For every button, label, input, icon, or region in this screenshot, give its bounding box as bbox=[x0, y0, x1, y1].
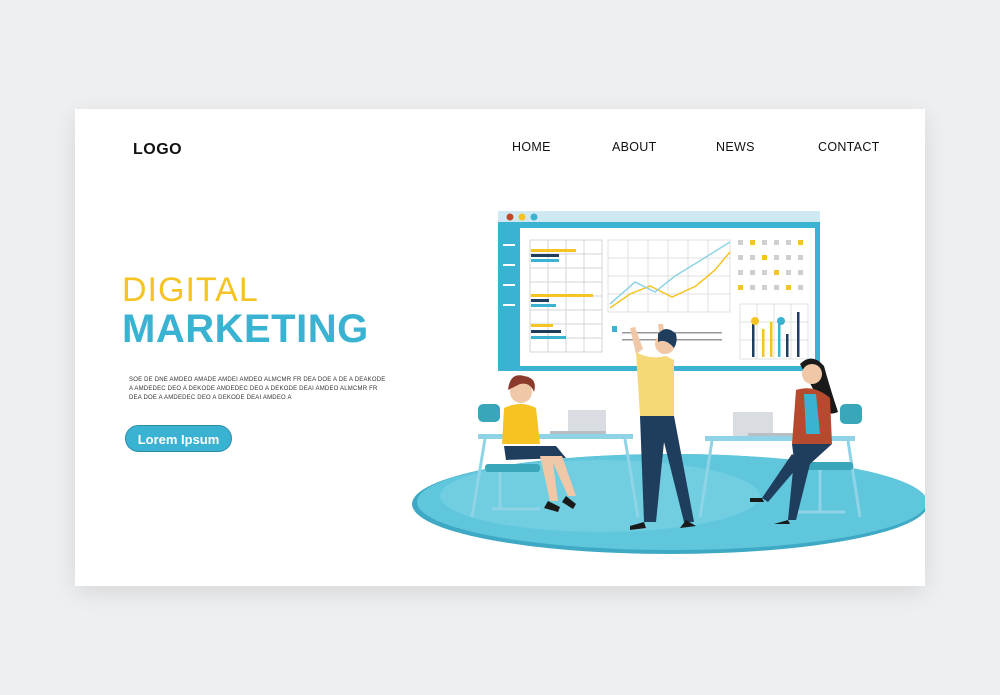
nav-about[interactable]: ABOUT bbox=[612, 140, 657, 154]
nav-home[interactable]: HOME bbox=[512, 140, 551, 154]
laptop-icon bbox=[568, 410, 606, 434]
hero-body-text: SOE DE DNE AMDEO AMADE AMDEI AMDEO ALMCM… bbox=[129, 377, 386, 401]
desk-right bbox=[705, 436, 855, 441]
landing-card: LOGO HOME ABOUT NEWS CONTACT DIGITAL MAR… bbox=[75, 109, 925, 586]
people-meeting-illustration bbox=[412, 211, 925, 554]
nav-contact[interactable]: CONTACT bbox=[818, 140, 880, 154]
hero-title-line1: DIGITAL bbox=[122, 271, 259, 309]
logo[interactable]: LOGO bbox=[133, 141, 182, 159]
hero-title-line2: MARKETING bbox=[122, 307, 369, 351]
nav-news[interactable]: NEWS bbox=[716, 140, 755, 154]
desk-left bbox=[478, 434, 633, 439]
cta-button[interactable]: Lorem Ipsum bbox=[125, 425, 232, 452]
